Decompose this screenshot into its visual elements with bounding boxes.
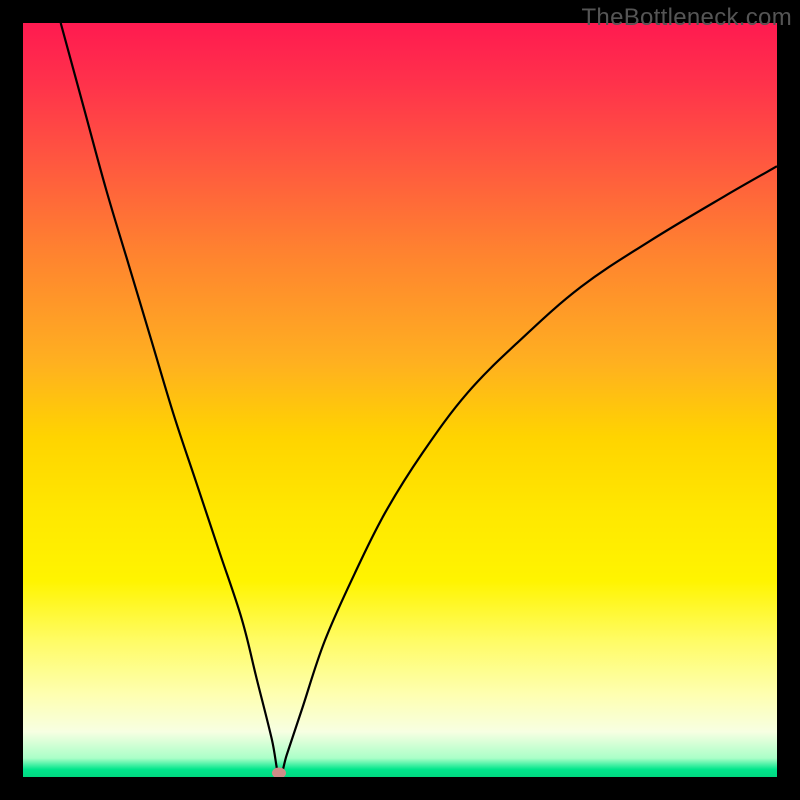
plot-area <box>23 23 777 777</box>
chart-frame: TheBottleneck.com <box>0 0 800 800</box>
watermark-text: TheBottleneck.com <box>581 4 792 32</box>
minimum-point-icon <box>272 768 286 778</box>
curve-path <box>61 23 777 777</box>
bottleneck-curve <box>23 23 777 777</box>
